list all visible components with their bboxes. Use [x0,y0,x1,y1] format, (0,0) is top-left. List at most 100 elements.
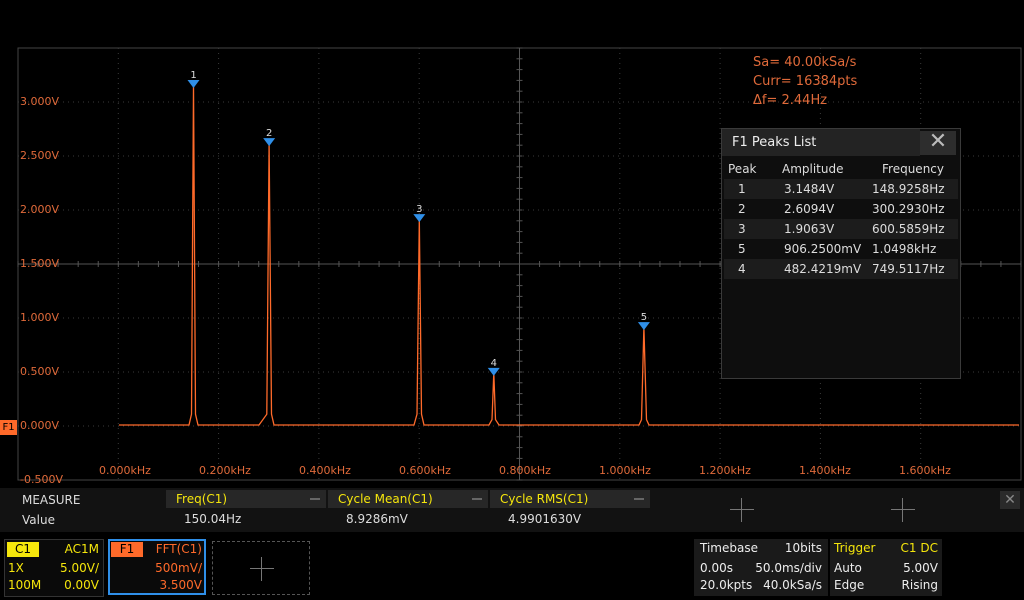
peak-amplitude: 482.4219mV [784,262,862,276]
peak-amplitude: 1.9063V [784,222,835,236]
measure-item-cycle-mean[interactable]: Cycle Mean(C1) [328,490,488,508]
trace-level-label: F1 [2,422,15,433]
delta-f-readout: Δf= 2.44Hz [753,93,828,108]
add-measure-icon[interactable] [730,498,754,522]
amplitude-header: Amplitude [782,162,844,176]
trigger-source: C1 DC [900,541,938,555]
trigger-type: Edge [834,578,865,592]
f1-source: FFT(C1) [155,542,202,556]
sample-rate-readout: Sa= 40.00kSa/s [753,55,857,70]
peak-marker-label: 2 [266,128,272,139]
collapse-icon [634,498,644,500]
y-tick-label: 1.500V [20,257,60,270]
trigger-level: 5.00V [903,561,938,575]
peak-row[interactable]: 2 2.6094V 300.2930Hz [724,199,958,219]
add-channel-icon [250,557,274,581]
trace-level-marker[interactable]: F1 [0,420,17,435]
peak-index: 5 [738,242,746,256]
x-tick-label: 1.200kHz [699,464,751,477]
peak-frequency: 148.9258Hz [872,182,945,196]
frequency-header: Frequency [882,162,944,176]
current-points-readout: Curr= 16384pts [753,74,858,89]
peaks-list-title: F1 Peaks List [722,129,920,156]
measure-title: MEASURE [22,493,81,507]
close-icon[interactable]: ✕ [920,131,956,155]
x-tick-label: 0.200kHz [199,464,251,477]
y-tick-label: -0.500V [20,473,63,486]
peak-marker-label: 5 [641,312,647,323]
measure-row-label: Value [22,513,55,527]
timebase-rate: 40.0kSa/s [763,578,822,592]
timebase-scale: 50.0ms/div [755,561,822,575]
x-tick-label: 0.000kHz [99,464,151,477]
measure-bar: MEASURE Value Freq(C1) 150.04Hz Cycle Me… [0,488,1024,532]
peak-index: 3 [738,222,746,236]
c1-probe: 1X [8,561,24,575]
measure-name: Freq(C1) [176,492,228,506]
x-tick-label: 0.800kHz [499,464,551,477]
peak-frequency: 749.5117Hz [872,262,945,276]
y-tick-label: 0.500V [20,365,60,378]
measure-value-cycle-rms: 4.9901630V [508,512,582,526]
f1-tag: F1 [111,542,143,557]
x-tick-label: 0.600kHz [399,464,451,477]
c1-coupling: AC1M [64,542,99,556]
peak-amplitude: 3.1484V [784,182,835,196]
peak-row[interactable]: 5 906.2500mV 1.0498kHz [724,239,958,259]
f1-offset: 3.500V [159,578,202,592]
add-measure-icon[interactable] [891,498,915,522]
timebase-bits: 10bits [784,541,822,555]
peak-amplitude: 2.6094V [784,202,835,216]
x-tick-label: 0.400kHz [299,464,351,477]
add-channel-slot[interactable] [212,541,310,595]
y-tick-label: 2.500V [20,149,60,162]
x-tick-label: 1.600kHz [899,464,951,477]
bottom-status-bar: C1 AC1M 1X 5.00V/ 100M 0.00V F1 FFT(C1) … [0,534,1024,600]
x-tick-label: 1.400kHz [799,464,851,477]
y-tick-label: 3.000V [20,95,60,108]
trigger-title: Trigger [834,541,876,555]
channel-c1-box[interactable]: C1 AC1M 1X 5.00V/ 100M 0.00V [4,539,104,597]
measure-name: Cycle Mean(C1) [338,492,433,506]
peak-frequency: 1.0498kHz [872,242,937,256]
timebase-box[interactable]: Timebase 10bits 0.00s 50.0ms/div 20.0kpt… [694,539,828,596]
f1-scale: 500mV/ [155,561,202,575]
measure-item-freq[interactable]: Freq(C1) [166,490,326,508]
measure-close-icon[interactable]: ✕ [1000,491,1020,509]
trigger-mode: Auto [834,561,862,575]
collapse-icon [472,498,482,500]
peak-marker-label: 3 [416,204,422,215]
peak-marker-label: 1 [190,70,196,81]
c1-bandwidth: 100M [8,578,42,592]
measure-value-cycle-mean: 8.9286mV [346,512,408,526]
peaks-list-header: Peak Amplitude Frequency [724,159,958,179]
peaks-list-panel[interactable]: F1 Peaks List ✕ Peak Amplitude Frequency… [721,128,961,379]
timebase-title: Timebase [700,541,758,555]
peak-amplitude: 906.2500mV [784,242,862,256]
peak-row[interactable]: 4 482.4219mV 749.5117Hz [724,259,958,279]
trigger-slope: Rising [901,578,938,592]
peak-frequency: 600.5859Hz [872,222,945,236]
c1-scale: 5.00V/ [60,561,99,575]
channel-f1-box[interactable]: F1 FFT(C1) 500mV/ 3.500V [108,539,206,595]
y-tick-label: 0.000V [20,419,60,432]
measure-item-cycle-rms[interactable]: Cycle RMS(C1) [490,490,650,508]
peak-index: 2 [738,202,746,216]
x-tick-label: 1.000kHz [599,464,651,477]
peak-index: 4 [738,262,746,276]
peak-header: Peak [728,162,757,176]
y-tick-label: 1.000V [20,311,60,324]
measure-value-freq: 150.04Hz [184,512,242,526]
peak-index: 1 [738,182,746,196]
peak-row[interactable]: 1 3.1484V 148.9258Hz [724,179,958,199]
measure-name: Cycle RMS(C1) [500,492,589,506]
timebase-delay: 0.00s [700,561,733,575]
c1-tag: C1 [7,542,39,557]
trigger-box[interactable]: Trigger C1 DC Auto 5.00V Edge Rising [830,539,942,596]
y-tick-label: 2.000V [20,203,60,216]
timebase-points: 20.0kpts [700,578,753,592]
c1-offset: 0.00V [64,578,99,592]
peak-row[interactable]: 3 1.9063V 600.5859Hz [724,219,958,239]
peak-frequency: 300.2930Hz [872,202,945,216]
peak-marker-label: 4 [491,358,497,369]
